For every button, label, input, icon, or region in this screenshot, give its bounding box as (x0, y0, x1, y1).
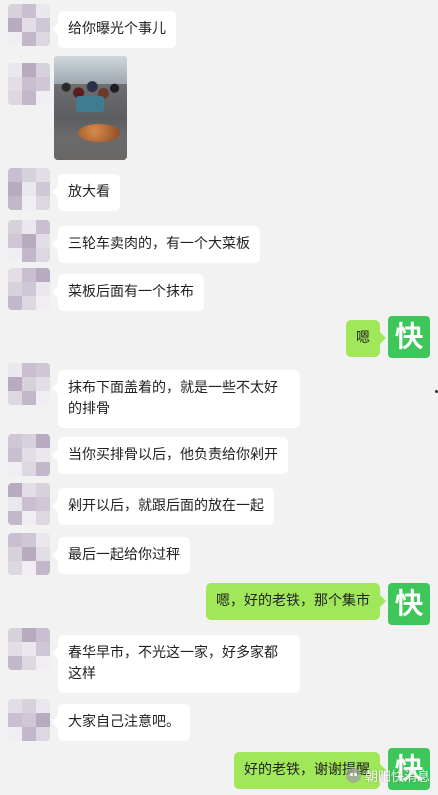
left-avatar[interactable] (8, 434, 50, 476)
left-avatar[interactable] (8, 220, 50, 262)
watermark: 朝阳快消息 (345, 766, 430, 785)
left-avatar[interactable] (8, 533, 50, 575)
message-bubble-13: 大家自己注意吧。 (52, 704, 190, 741)
left-avatar[interactable] (8, 483, 50, 525)
right-avatar[interactable]: 快 (388, 583, 430, 625)
chat-screen: 给你曝光个事儿 放大看 三轮车卖肉的，有一个大菜板 菜板后面有一个抹布 嗯 快 … (0, 0, 438, 795)
left-avatar[interactable] (8, 4, 50, 46)
message-bubble-4: 三轮车卖肉的，有一个大菜板 (52, 226, 260, 263)
message-bubble-6: 嗯 (346, 320, 386, 357)
message-bubble-11: 嗯，好的老铁，那个集市 (206, 583, 386, 620)
wechat-icon (345, 768, 361, 783)
left-avatar[interactable] (8, 363, 50, 405)
message-bubble-10: 最后一起给你过秤 (52, 537, 190, 574)
left-avatar[interactable] (8, 628, 50, 670)
message-bubble-5: 菜板后面有一个抹布 (52, 274, 204, 311)
left-avatar[interactable] (8, 168, 50, 210)
left-avatar[interactable] (8, 63, 50, 105)
right-avatar[interactable]: 快 (388, 316, 430, 358)
message-bubble-3: 放大看 (52, 174, 120, 211)
message-bubble-12: 春华早市，不光这一家，好多家都这样 (52, 635, 300, 693)
message-bubble-8: 当你买排骨以后，他负责给你剁开 (52, 437, 288, 474)
message-bubble-1: 给你曝光个事儿 (52, 11, 176, 48)
market-photo-message[interactable] (54, 56, 127, 160)
left-avatar[interactable] (8, 699, 50, 741)
message-bubble-7: 抹布下面盖着的，就是一些不太好的排骨 (52, 370, 300, 428)
message-bubble-9: 剁开以后，就跟后面的放在一起 (52, 488, 274, 525)
watermark-text: 朝阳快消息 (364, 770, 430, 785)
left-avatar[interactable] (8, 268, 50, 310)
